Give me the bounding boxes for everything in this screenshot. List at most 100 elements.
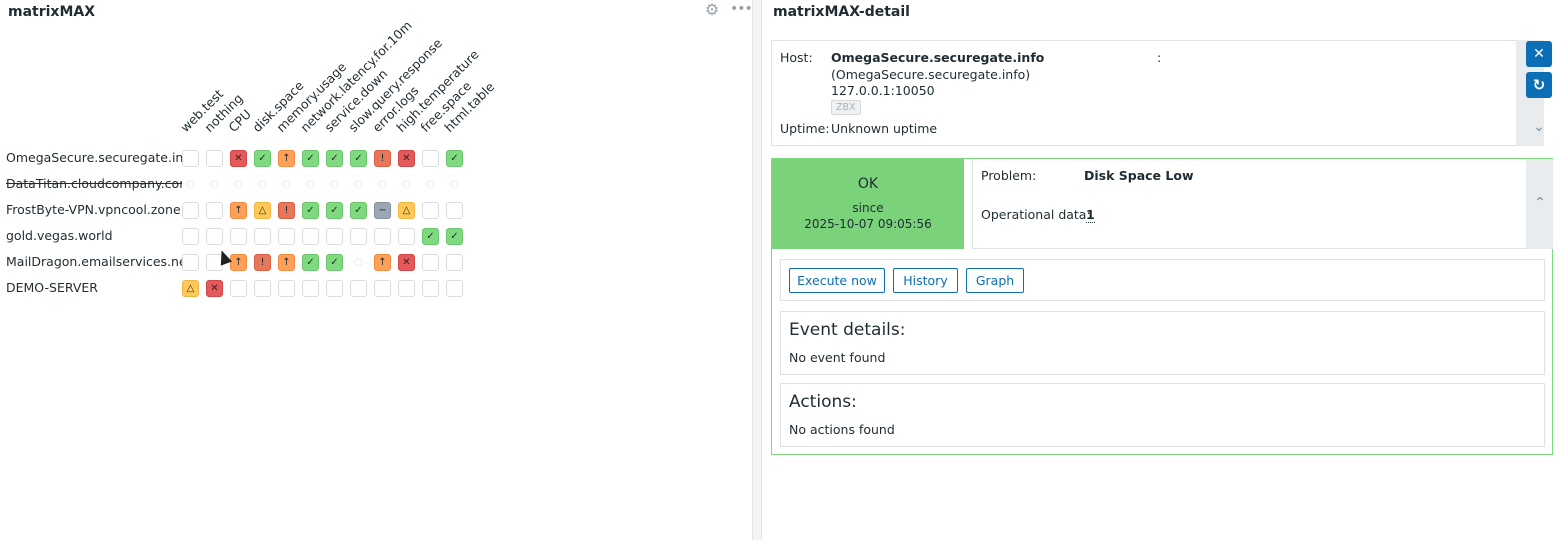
- matrix-cell[interactable]: [422, 202, 439, 219]
- status-badge: OK since 2025-10-07 09:05:56: [772, 159, 964, 249]
- matrix-cell[interactable]: ✓: [254, 150, 271, 167]
- matrix-cell[interactable]: △: [254, 202, 271, 219]
- matrix-cell[interactable]: [446, 280, 463, 297]
- matrix-cell[interactable]: [254, 228, 271, 245]
- trigger-detail-panel: OK since 2025-10-07 09:05:56 Problem: Di…: [771, 158, 1553, 455]
- matrix-cell[interactable]: [230, 280, 247, 297]
- refresh-icon: ↻: [1532, 76, 1546, 94]
- matrix-cell[interactable]: ◌: [350, 176, 367, 193]
- matrix-cell[interactable]: ✓: [422, 228, 439, 245]
- matrix-cell[interactable]: [206, 202, 223, 219]
- matrix-cell[interactable]: ↑: [230, 254, 247, 271]
- matrix-cell[interactable]: [302, 280, 319, 297]
- matrix-cell[interactable]: [374, 228, 391, 245]
- matrix-cell[interactable]: ✕: [206, 280, 223, 297]
- problem-panel: Problem: Disk Space Low Operational data…: [972, 159, 1528, 249]
- matrix-cell[interactable]: ↑: [278, 150, 295, 167]
- matrix-cell[interactable]: [278, 228, 295, 245]
- matrix-cell[interactable]: [350, 228, 367, 245]
- matrix-cell[interactable]: ◌: [422, 176, 439, 193]
- matrix-cell[interactable]: [326, 228, 343, 245]
- actions-text: No actions found: [789, 422, 895, 437]
- matrix-cell[interactable]: [182, 150, 199, 167]
- more-icon[interactable]: •••: [730, 2, 753, 18]
- matrix-cell[interactable]: ✓: [326, 202, 343, 219]
- matrix-cell[interactable]: [374, 280, 391, 297]
- matrix-cell[interactable]: [206, 150, 223, 167]
- matrix-cell[interactable]: ✓: [446, 228, 463, 245]
- matrix-cell[interactable]: ↑: [278, 254, 295, 271]
- matrix-cell[interactable]: ✓: [302, 150, 319, 167]
- matrix-cell[interactable]: △: [182, 280, 199, 297]
- matrix-cell[interactable]: ◌: [398, 176, 415, 193]
- matrix-cell[interactable]: ✓: [350, 150, 367, 167]
- problem-value: Disk Space Low: [1084, 168, 1194, 183]
- matrix-cell[interactable]: ✓: [302, 254, 319, 271]
- matrix-cell[interactable]: −: [374, 202, 391, 219]
- host-row-label[interactable]: DataTitan.cloudcompany.com: [6, 176, 191, 191]
- matrix-cell[interactable]: [182, 228, 199, 245]
- matrix-cell[interactable]: ◌: [182, 176, 199, 193]
- matrix-cell[interactable]: △: [398, 202, 415, 219]
- matrix-cell[interactable]: [422, 150, 439, 167]
- matrix-cell[interactable]: ↑: [374, 254, 391, 271]
- matrix-cell[interactable]: [398, 280, 415, 297]
- matrix-cell[interactable]: ◌: [326, 176, 343, 193]
- host-address: 127.0.0.1:10050: [831, 83, 935, 98]
- host-row-label[interactable]: MailDragon.emailservices.net: [6, 254, 192, 269]
- matrix-cell[interactable]: ◌: [230, 176, 247, 193]
- matrix-cell[interactable]: !: [374, 150, 391, 167]
- matrix-cell[interactable]: ◌: [206, 176, 223, 193]
- matrix-cell[interactable]: ✓: [446, 150, 463, 167]
- matrix-cell[interactable]: ✓: [326, 150, 343, 167]
- matrix-cell[interactable]: ✓: [302, 202, 319, 219]
- matrix-cell[interactable]: [398, 228, 415, 245]
- matrix-cell[interactable]: [278, 280, 295, 297]
- matrix-cell[interactable]: [206, 228, 223, 245]
- since-date: 2025-10-07 09:05:56: [804, 217, 932, 231]
- matrix-cell[interactable]: ✓: [326, 254, 343, 271]
- widget-divider[interactable]: [752, 0, 762, 540]
- matrix-cell[interactable]: ✕: [398, 150, 415, 167]
- matrix-cell[interactable]: [422, 254, 439, 271]
- matrix-cell[interactable]: [254, 280, 271, 297]
- collapse-chevron-icon[interactable]: ⌃: [1527, 195, 1553, 211]
- matrix-cell[interactable]: [302, 228, 319, 245]
- matrix-cell[interactable]: ◌: [254, 176, 271, 193]
- host-row-label[interactable]: FrostByte-VPN.vpncool.zone: [6, 202, 181, 217]
- event-details-title: Event details:: [789, 320, 906, 340]
- gear-icon[interactable]: ⚙: [704, 2, 720, 18]
- matrix-cell[interactable]: [182, 254, 199, 271]
- matrix-cell[interactable]: ◌: [278, 176, 295, 193]
- refresh-button[interactable]: ↻: [1526, 72, 1552, 98]
- matrix-cell[interactable]: !: [278, 202, 295, 219]
- zbx-badge: ZBX: [831, 100, 861, 115]
- matrix-cell[interactable]: ◌: [374, 176, 391, 193]
- matrix-cell[interactable]: [350, 280, 367, 297]
- matrix-cell[interactable]: ✓: [350, 202, 367, 219]
- uptime-label: Uptime:: [780, 121, 830, 136]
- matrix-cell[interactable]: ✕: [230, 150, 247, 167]
- matrix-cell[interactable]: ✕: [398, 254, 415, 271]
- graph-button[interactable]: Graph: [966, 268, 1024, 293]
- host-row-label[interactable]: DEMO-SERVER: [6, 280, 98, 295]
- history-button[interactable]: History: [893, 268, 958, 293]
- matrix-cell[interactable]: !: [254, 254, 271, 271]
- close-button[interactable]: ✕: [1526, 41, 1552, 67]
- matrix-cell[interactable]: [446, 202, 463, 219]
- matrix-cell[interactable]: [230, 228, 247, 245]
- since-label: since: [852, 201, 884, 215]
- execute-now-button[interactable]: Execute now: [789, 268, 885, 293]
- matrix-cell[interactable]: ◌: [350, 254, 367, 271]
- host-row-label[interactable]: OmegaSecure.securegate.info: [6, 150, 195, 165]
- matrix-cell[interactable]: [446, 254, 463, 271]
- opdata-value[interactable]: 1: [1086, 207, 1095, 223]
- expand-chevron-icon[interactable]: ⌄: [1526, 119, 1552, 135]
- matrix-cell[interactable]: [182, 202, 199, 219]
- matrix-cell[interactable]: ◌: [446, 176, 463, 193]
- matrix-cell[interactable]: ↑: [230, 202, 247, 219]
- host-row-label[interactable]: gold.vegas.world: [6, 228, 113, 243]
- matrix-cell[interactable]: [326, 280, 343, 297]
- matrix-cell[interactable]: [422, 280, 439, 297]
- matrix-cell[interactable]: ◌: [302, 176, 319, 193]
